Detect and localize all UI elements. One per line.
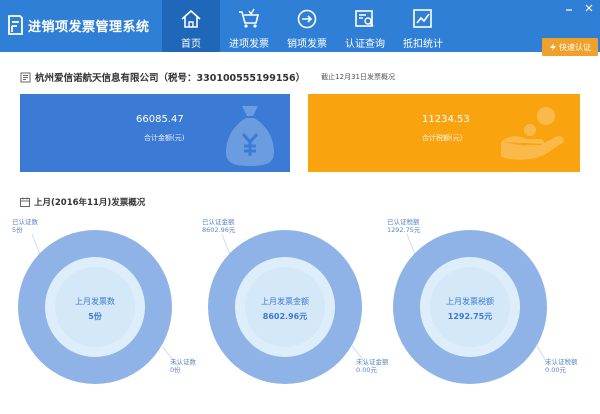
uncertified-tax-label: 未认证税额 0.00元 (545, 358, 578, 374)
close-icon (585, 4, 593, 12)
uncertified-count-title: 未认证数 (170, 358, 196, 366)
certified-amount-value: 8602.96元 (202, 226, 236, 234)
building-icon (20, 72, 31, 82)
close-button[interactable] (582, 2, 596, 14)
search-doc-icon (355, 10, 374, 27)
company-name: 杭州爱信诺航天信息有限公司（税号：330100555199156） (35, 73, 306, 84)
app-name: 进销项发票管理系统 (28, 19, 150, 35)
app-title: 进销项发票管理系统 (6, 14, 150, 36)
certified-count-label: 已认证数 5份 (12, 218, 38, 234)
company-header: 杭州爱信诺航天信息有限公司（税号：330100555199156） 截止12月3… (20, 70, 395, 84)
invoice-amount-value: 8602.96元 (262, 312, 308, 321)
certified-tax-title: 已认证税额 (387, 218, 420, 226)
invoice-amount-donut: 已认证金额 8602.96元 未认证金额 0.00元 上月发票金额 8602.9… (200, 214, 390, 394)
uncertified-count-value: 0份 (170, 366, 181, 374)
donut-center-text: 上月发票金额 8602.96元 (245, 296, 325, 322)
minimize-button[interactable] (562, 2, 576, 14)
quick-certify-label: 快速认证 (559, 42, 591, 52)
certified-count-title: 已认证数 (12, 218, 38, 226)
invoice-count-title: 上月发票数 (75, 297, 115, 306)
coin-hand-icon (501, 107, 564, 160)
total-amount-card: 66085.47 合计金额(元) (20, 94, 290, 172)
month-header: 上月(2016年11月)发票概况 (20, 196, 145, 208)
money-bag-icon (226, 106, 274, 166)
nav-output-invoice[interactable]: 销项发票 (278, 0, 336, 52)
lightning-icon (550, 43, 556, 51)
quick-certify-button[interactable]: 快速认证 (542, 38, 598, 56)
nav-output-invoice-label: 销项发票 (287, 39, 327, 50)
invoice-count-donut: 已认证数 5份 未认证数 0份 上月发票数 5份 (10, 214, 200, 394)
nav-certification-query[interactable]: 认证查询 (336, 0, 394, 52)
nav-deduction-stats-label: 抵扣统计 (403, 39, 443, 50)
arrow-circle-icon (297, 9, 317, 29)
donut-center-text: 上月发票数 5份 (55, 296, 135, 322)
nav-certification-query-label: 认证查询 (345, 39, 385, 50)
home-icon (181, 9, 201, 28)
nav-input-invoice-label: 进项发票 (229, 39, 269, 50)
uncertified-amount-title: 未认证金额 (356, 358, 389, 366)
certified-amount-title: 已认证金额 (202, 218, 235, 226)
total-tax-card: 11234.53 合计税额(元) (308, 94, 580, 172)
app-logo-icon (8, 15, 23, 35)
nav-home[interactable]: 首页 (162, 0, 220, 52)
uncertified-tax-title: 未认证税额 (545, 358, 578, 366)
certified-tax-label: 已认证税额 1292.75元 (387, 218, 420, 234)
nav-home-label: 首页 (181, 39, 201, 50)
total-tax-label: 合计税额(元) (422, 134, 463, 142)
main-nav: 首页 进项发票 销项发票 认证查询 抵扣统计 (162, 0, 452, 52)
uncertified-tax-value: 0.00元 (545, 366, 566, 374)
uncertified-amount-label: 未认证金额 0.00元 (356, 358, 389, 374)
uncertified-count-label: 未认证数 0份 (170, 358, 196, 374)
nav-input-invoice[interactable]: 进项发票 (220, 0, 278, 52)
donut-center-text: 上月发票税额 1292.75元 (430, 296, 510, 322)
uncertified-amount-value: 0.00元 (356, 366, 377, 374)
nav-deduction-stats[interactable]: 抵扣统计 (394, 0, 452, 52)
invoice-tax-donut: 已认证税额 1292.75元 未认证税额 0.00元 上月发票税额 1292.7… (385, 214, 578, 394)
certified-count-value: 5份 (12, 226, 23, 234)
minimize-icon (566, 9, 572, 11)
month-title: 上月(2016年11月)发票概况 (34, 198, 146, 208)
invoice-tax-title: 上月发票税额 (446, 297, 494, 306)
window-controls (562, 2, 596, 14)
certified-tax-value: 1292.75元 (387, 226, 421, 234)
certified-amount-label: 已认证金额 8602.96元 (202, 218, 235, 234)
calendar-icon (20, 197, 30, 207)
invoice-count-value: 5份 (88, 312, 102, 321)
period-note: 截止12月31日发票概况 (321, 73, 395, 81)
invoice-amount-title: 上月发票金额 (261, 297, 309, 306)
total-amount-label: 合计金额(元) (144, 134, 185, 142)
top-bar: 进销项发票管理系统 首页 进项发票 销项发票 认证查询 抵扣统计 (0, 0, 600, 52)
chart-icon (413, 9, 432, 28)
invoice-tax-value: 1292.75元 (447, 312, 493, 321)
cart-icon (239, 8, 260, 28)
